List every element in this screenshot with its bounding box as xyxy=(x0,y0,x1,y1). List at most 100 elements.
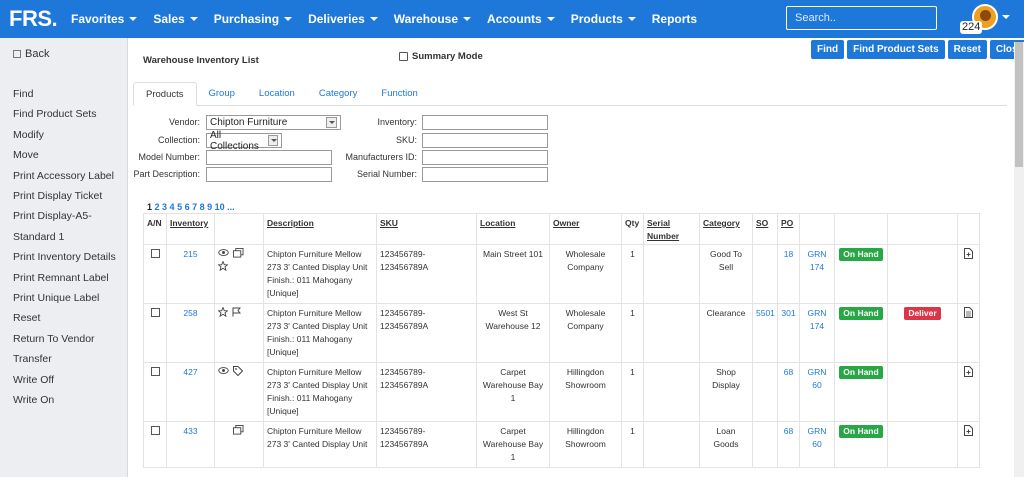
deliver-badge[interactable]: Deliver xyxy=(904,307,941,320)
sidebar-item-transfer[interactable]: Transfer xyxy=(13,349,125,369)
inventory-field[interactable] xyxy=(422,115,548,130)
star-icon[interactable] xyxy=(218,307,228,317)
sidebar-item-print-display-ticket[interactable]: Print Display Ticket xyxy=(13,186,125,206)
sidebar-item-print-inventory-details[interactable]: Print Inventory Details xyxy=(13,247,125,267)
sidebar-item-print-unique-label[interactable]: Print Unique Label xyxy=(13,288,125,308)
row-checkbox[interactable] xyxy=(150,308,160,317)
po-link[interactable]: 68 xyxy=(777,421,800,468)
sku-field[interactable] xyxy=(422,133,548,148)
menu-reports[interactable]: Reports xyxy=(652,12,697,26)
col-serial-number[interactable]: Serial Number xyxy=(643,213,700,245)
tab-location[interactable]: Location xyxy=(247,82,307,106)
sidebar-item-print-display-a5-cont[interactable]: Standard 1 xyxy=(13,227,125,247)
col-location[interactable]: Location xyxy=(476,213,550,245)
gallery-icon[interactable] xyxy=(232,425,244,435)
page-link[interactable]: 1 xyxy=(147,202,152,212)
scrollbar-thumb[interactable] xyxy=(1015,42,1023,167)
col-category[interactable]: Category xyxy=(699,213,753,245)
caret-down-icon[interactable] xyxy=(1002,15,1010,19)
summary-mode-toggle[interactable]: Summary Mode xyxy=(399,51,483,62)
file-text-icon[interactable] xyxy=(964,307,973,318)
page-link[interactable]: 3 xyxy=(162,202,167,212)
reset-button[interactable]: Reset xyxy=(947,40,987,59)
sidebar-item-write-off[interactable]: Write Off xyxy=(13,370,125,390)
tab-function[interactable]: Function xyxy=(369,82,429,106)
tab-products[interactable]: Products xyxy=(133,82,197,106)
sidebar-item-find-product-sets[interactable]: Find Product Sets xyxy=(13,104,125,124)
page-link[interactable]: 4 xyxy=(170,202,175,212)
menu-favorites[interactable]: Favorites xyxy=(71,12,138,26)
file-plus-icon[interactable] xyxy=(964,366,973,377)
eye-icon[interactable] xyxy=(218,248,229,257)
menu-purchasing[interactable]: Purchasing xyxy=(214,12,293,26)
find-button[interactable]: Find xyxy=(811,40,845,59)
tab-group[interactable]: Group xyxy=(197,82,247,106)
find-product-sets-button[interactable]: Find Product Sets xyxy=(847,40,945,59)
col-sku[interactable]: SKU xyxy=(376,213,477,245)
menu-products[interactable]: Products xyxy=(571,12,636,26)
manufacturers-id-field[interactable] xyxy=(422,150,548,165)
tab-category[interactable]: Category xyxy=(307,82,370,106)
tag-icon[interactable] xyxy=(233,366,244,376)
page-link[interactable]: 8 xyxy=(200,202,205,212)
so-link[interactable] xyxy=(752,421,778,468)
menu-accounts[interactable]: Accounts xyxy=(487,12,555,26)
summary-mode-checkbox[interactable] xyxy=(399,52,408,61)
col-owner[interactable]: Owner xyxy=(549,213,622,245)
sidebar-item-return-to-vendor[interactable]: Return To Vendor xyxy=(13,329,125,349)
page-link[interactable]: 2 xyxy=(155,202,160,212)
flag-icon[interactable] xyxy=(232,307,242,317)
grn-link[interactable]: GRN 174 xyxy=(799,303,835,363)
grn-link[interactable]: GRN 174 xyxy=(799,244,835,304)
grn-link[interactable]: GRN 60 xyxy=(799,362,835,422)
col-inventory[interactable]: Inventory xyxy=(166,213,215,245)
sidebar-item-print-accessory-label[interactable]: Print Accessory Label xyxy=(13,166,125,186)
menu-sales[interactable]: Sales xyxy=(153,12,198,26)
po-link[interactable]: 68 xyxy=(777,362,800,422)
app-logo[interactable]: FRS. xyxy=(9,6,71,32)
row-checkbox[interactable] xyxy=(150,426,160,435)
file-plus-icon[interactable] xyxy=(964,248,973,259)
vendor-select[interactable]: Chipton Furniture xyxy=(206,115,341,130)
inventory-link[interactable]: 258 xyxy=(166,303,215,363)
grn-link[interactable]: GRN 60 xyxy=(799,421,835,468)
scrollbar[interactable] xyxy=(1014,42,1024,477)
sidebar-item-move[interactable]: Move xyxy=(13,145,125,165)
col-description[interactable]: Description xyxy=(263,213,377,245)
sidebar-item-find[interactable]: Find xyxy=(13,84,125,104)
col-so[interactable]: SO xyxy=(752,213,778,245)
star-icon[interactable] xyxy=(218,261,228,271)
inventory-link[interactable]: 433 xyxy=(166,421,215,468)
model-number-field[interactable] xyxy=(206,150,332,165)
eye-icon[interactable] xyxy=(218,366,229,375)
menu-deliveries[interactable]: Deliveries xyxy=(308,12,378,26)
sidebar-item-print-remnant-label[interactable]: Print Remnant Label xyxy=(13,268,125,288)
page-link[interactable]: 5 xyxy=(177,202,182,212)
sidebar-item-modify[interactable]: Modify xyxy=(13,125,125,145)
part-description-field[interactable] xyxy=(206,167,332,182)
sidebar-item-write-on[interactable]: Write On xyxy=(13,390,125,410)
page-link[interactable]: 9 xyxy=(207,202,212,212)
page-link[interactable]: 6 xyxy=(185,202,190,212)
inventory-link[interactable]: 215 xyxy=(166,244,215,304)
col-po[interactable]: PO xyxy=(777,213,800,245)
row-checkbox[interactable] xyxy=(150,249,160,258)
sidebar-item-reset[interactable]: Reset xyxy=(13,308,125,328)
so-link[interactable] xyxy=(752,244,778,304)
inventory-link[interactable]: 427 xyxy=(166,362,215,422)
back-link[interactable]: Back xyxy=(13,48,49,60)
so-link[interactable] xyxy=(752,362,778,422)
sidebar-item-print-display-a5[interactable]: Print Display-A5- xyxy=(13,206,125,226)
po-link[interactable]: 18 xyxy=(777,244,800,304)
row-checkbox[interactable] xyxy=(150,367,160,376)
page-link[interactable]: 7 xyxy=(192,202,197,212)
menu-warehouse[interactable]: Warehouse xyxy=(394,12,472,26)
page-link[interactable]: ... xyxy=(227,202,235,212)
search-input[interactable] xyxy=(786,6,937,30)
gallery-icon[interactable] xyxy=(233,248,244,258)
collection-select[interactable]: All Collections xyxy=(206,130,282,152)
so-link[interactable]: 5501 xyxy=(752,303,778,363)
serial-number-field[interactable] xyxy=(422,167,548,182)
page-link[interactable]: 10 xyxy=(215,202,225,212)
file-plus-icon[interactable] xyxy=(964,425,973,436)
